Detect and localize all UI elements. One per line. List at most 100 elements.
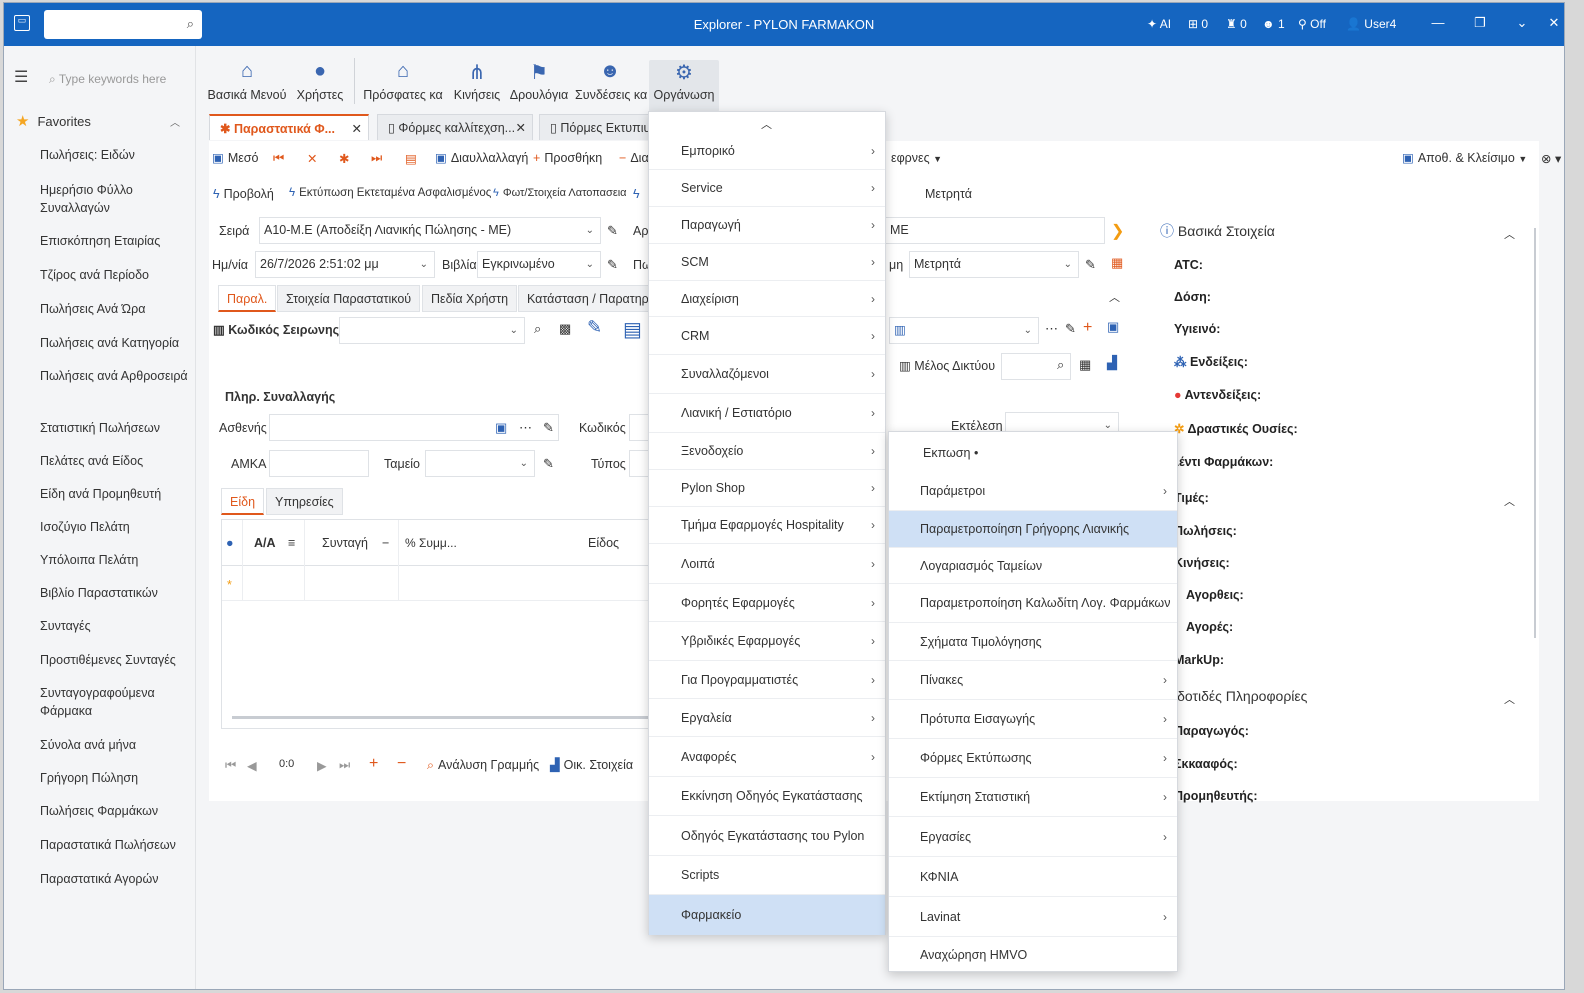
close-icon[interactable]: ✕	[516, 115, 526, 140]
document-search-icon[interactable]: ▤	[623, 317, 642, 342]
first-page-button[interactable]: ⏮	[225, 758, 236, 773]
menu-item[interactable]: Εμπορικό ›	[649, 132, 885, 170]
series-select[interactable]: A10-M.E (Αποδείξη Λιανικής Πώλησης - ME)…	[259, 217, 601, 244]
view-action[interactable]: ϟ Προβολή	[213, 187, 274, 201]
lightning-icon[interactable]: ϟ	[633, 187, 640, 201]
patient-input[interactable]	[269, 414, 559, 441]
status-count-2[interactable]: ♜ 0	[1226, 17, 1247, 31]
sidebar-item[interactable]: Τζίρος ανά Περίοδο	[40, 266, 190, 284]
chevron-up-icon[interactable]: ︿	[761, 116, 772, 132]
sort-icon[interactable]: ≡	[288, 536, 295, 550]
status-count-1[interactable]: ⊞ 0	[1188, 17, 1208, 31]
submenu-item[interactable]: Παράμετροι ›	[889, 472, 1177, 511]
menu-item[interactable]: Αναφορές ›	[649, 737, 885, 777]
menu-item[interactable]: Λιανική / Εστιατόριο ›	[649, 394, 885, 433]
submenu-item[interactable]: Πρότυπα Εισαγωγής ›	[889, 700, 1177, 739]
sidebar-item[interactable]: Συνταγές	[40, 617, 190, 635]
ribbon-organization[interactable]: ⚙ Οργάνωση	[649, 60, 719, 112]
basic-info-header[interactable]: ⓘ Βασικά Στοιχεία	[1160, 223, 1275, 239]
minus-icon[interactable]: −	[382, 536, 389, 550]
chevron-up-icon[interactable]: ︿	[170, 114, 180, 129]
wrench-icon[interactable]: ✎	[543, 456, 554, 472]
menu-item[interactable]: Για Προγραμματιστές ›	[649, 661, 885, 699]
serial-code-input[interactable]: ⌄	[339, 317, 525, 344]
subtab-status[interactable]: Κατάσταση / Παρατηρ	[518, 285, 652, 312]
add-row-button[interactable]: +	[369, 755, 378, 773]
search-icon[interactable]: ⌕	[534, 321, 541, 337]
col-item[interactable]: Είδος	[588, 536, 619, 550]
sidebar-item[interactable]: Πελάτες ανά Είδος	[40, 452, 190, 470]
wrench-icon[interactable]: ✎	[1065, 321, 1076, 337]
sidebar-item[interactable]: Ισοζύγιο Πελάτη	[40, 518, 190, 536]
submenu-item[interactable]: Εργασίες ›	[889, 817, 1177, 857]
table-icon[interactable]: ▦	[1079, 357, 1091, 373]
ribbon-routes[interactable]: ⚑ Δρουλόγια	[509, 60, 569, 102]
submenu-item[interactable]: ΚΦΝΙΑ	[889, 857, 1177, 897]
chevron-up-icon[interactable]: ︿	[1504, 691, 1515, 707]
submenu-item[interactable]: Πίνακες ›	[889, 661, 1177, 700]
menu-item[interactable]: SCM ›	[649, 244, 885, 281]
subtab-doc-details[interactable]: Στοιχεία Παραστατικού	[277, 285, 421, 312]
ribbon-connections[interactable]: ☻ Συνδέσεις κα	[575, 60, 647, 102]
ribbon-basic-menu[interactable]: ⌂ Βασικά Μενού	[207, 60, 287, 102]
line-analysis-button[interactable]: ⌕ Ανάλυση Γραμμής	[427, 758, 539, 772]
menu-item[interactable]: Ξενοδοχείο ›	[649, 433, 885, 470]
menu-item[interactable]: Λοιπά ›	[649, 544, 885, 584]
sidebar-item[interactable]: Υπόλοιπα Πελάτη	[40, 551, 190, 569]
restore-button[interactable]: ❐	[1470, 15, 1490, 31]
cancel-button[interactable]: ✕	[307, 151, 317, 166]
submenu-item[interactable]: Παραμετροποίηση Καλωδίτη Λογ. Φαρμάκων	[889, 584, 1177, 623]
submenu-item[interactable]: Εκτίμηση Στατιστική ›	[889, 778, 1177, 817]
arrow-right-icon[interactable]: ❯	[1111, 221, 1124, 241]
minimize-button[interactable]: —	[1428, 15, 1448, 30]
close-menu-button[interactable]: ⊗ ▾	[1541, 151, 1561, 166]
add-button[interactable]: + Προσθήκη	[533, 151, 602, 165]
sidebar-item[interactable]: Ημερήσιο Φύλλο Συναλλαγών	[40, 181, 190, 217]
save-close-button[interactable]: ▣ Αποθ. & Κλείσιμο ▼	[1402, 151, 1531, 165]
menu-item[interactable]: Υβριδικές Εφαρμογές ›	[649, 622, 885, 661]
tab-forms[interactable]: ▯ Φόρμες καλλίτεχση... ✕	[377, 114, 533, 140]
books-select[interactable]: Εγκρινωμένο ⌄	[477, 251, 601, 278]
next-button[interactable]: ⏭	[371, 151, 382, 166]
sidebar-item[interactable]: Πωλήσεις ανά Αρθροσειρά	[40, 367, 190, 385]
date-input[interactable]: 26/7/2026 2:51:02 μμ ⌄	[255, 251, 435, 278]
sidebar-item[interactable]: Σύνολα ανά μήνα	[40, 736, 190, 754]
last-page-button[interactable]: ⏭	[339, 758, 350, 773]
ribbon-users[interactable]: ● Χρήστες	[295, 60, 345, 102]
status-off[interactable]: ⚲ Off	[1298, 17, 1326, 31]
menu-item[interactable]: CRM ›	[649, 317, 885, 355]
calculator-icon[interactable]: ▦	[1111, 255, 1123, 271]
menu-item[interactable]: Διαχείριση ›	[649, 281, 885, 317]
vertical-scrollbar[interactable]	[1534, 228, 1536, 638]
submenu-item[interactable]: Εκπωση •	[889, 435, 1177, 472]
pin-button[interactable]: ✱	[339, 151, 349, 166]
tab-services[interactable]: Υπηρεσίες	[266, 488, 343, 515]
submenu-item[interactable]: Φόρμες Εκτύπωσης ›	[889, 739, 1177, 778]
hamburger-icon[interactable]: ☰	[14, 70, 28, 86]
extra-info-header[interactable]: ιδοτιδές Πληροφορίες	[1174, 688, 1307, 704]
photo-action[interactable]: ϟ Φωτ/Στοιχεία Λατοπασεια	[493, 187, 627, 199]
chevron-up-icon[interactable]: ︿	[1504, 226, 1515, 242]
collapse-button[interactable]: ⌄	[1512, 15, 1532, 31]
menu-item[interactable]: Τμήμα Εφαρμογές Hospitality ›	[649, 507, 885, 544]
register-select[interactable]: ⌄	[425, 450, 535, 477]
sidebar-item[interactable]: Πωλήσεις Ανά Ώρα	[40, 300, 190, 318]
submenu-item[interactable]: Αναχώρηση HMVO	[889, 937, 1177, 973]
favorites-header[interactable]: ★ Favorites	[16, 114, 91, 129]
ai-status[interactable]: ✦ AI	[1147, 17, 1171, 31]
submenu-item[interactable]: Σχήματα Τιμολόγησης	[889, 623, 1177, 661]
chevron-up-icon[interactable]: ︿	[1504, 493, 1515, 509]
wrench-icon[interactable]: ✎	[1085, 257, 1096, 273]
next-page-button[interactable]: ▶	[317, 758, 327, 773]
menu-item[interactable]: Συναλλαζόμενοι ›	[649, 355, 885, 394]
combos-dropdown[interactable]: εφρνες ▼	[891, 151, 946, 165]
remove-row-button[interactable]: −	[397, 755, 406, 773]
horizontal-scrollbar[interactable]	[232, 716, 652, 719]
sidebar-item[interactable]: Προστιθέμενες Συνταγές	[40, 651, 190, 669]
tab-items[interactable]: Είδη	[221, 488, 265, 515]
more-icon[interactable]: ⋯	[519, 420, 532, 436]
plus-icon[interactable]: +	[1083, 319, 1092, 337]
menu-item[interactable]: Εκκίνηση Οδηγός Εγκατάστασης	[649, 777, 885, 816]
sidebar-search-input[interactable]: ⌕ Type keywords here	[49, 72, 166, 86]
sidebar-item[interactable]: Βιβλίο Παραστατικών	[40, 584, 190, 602]
